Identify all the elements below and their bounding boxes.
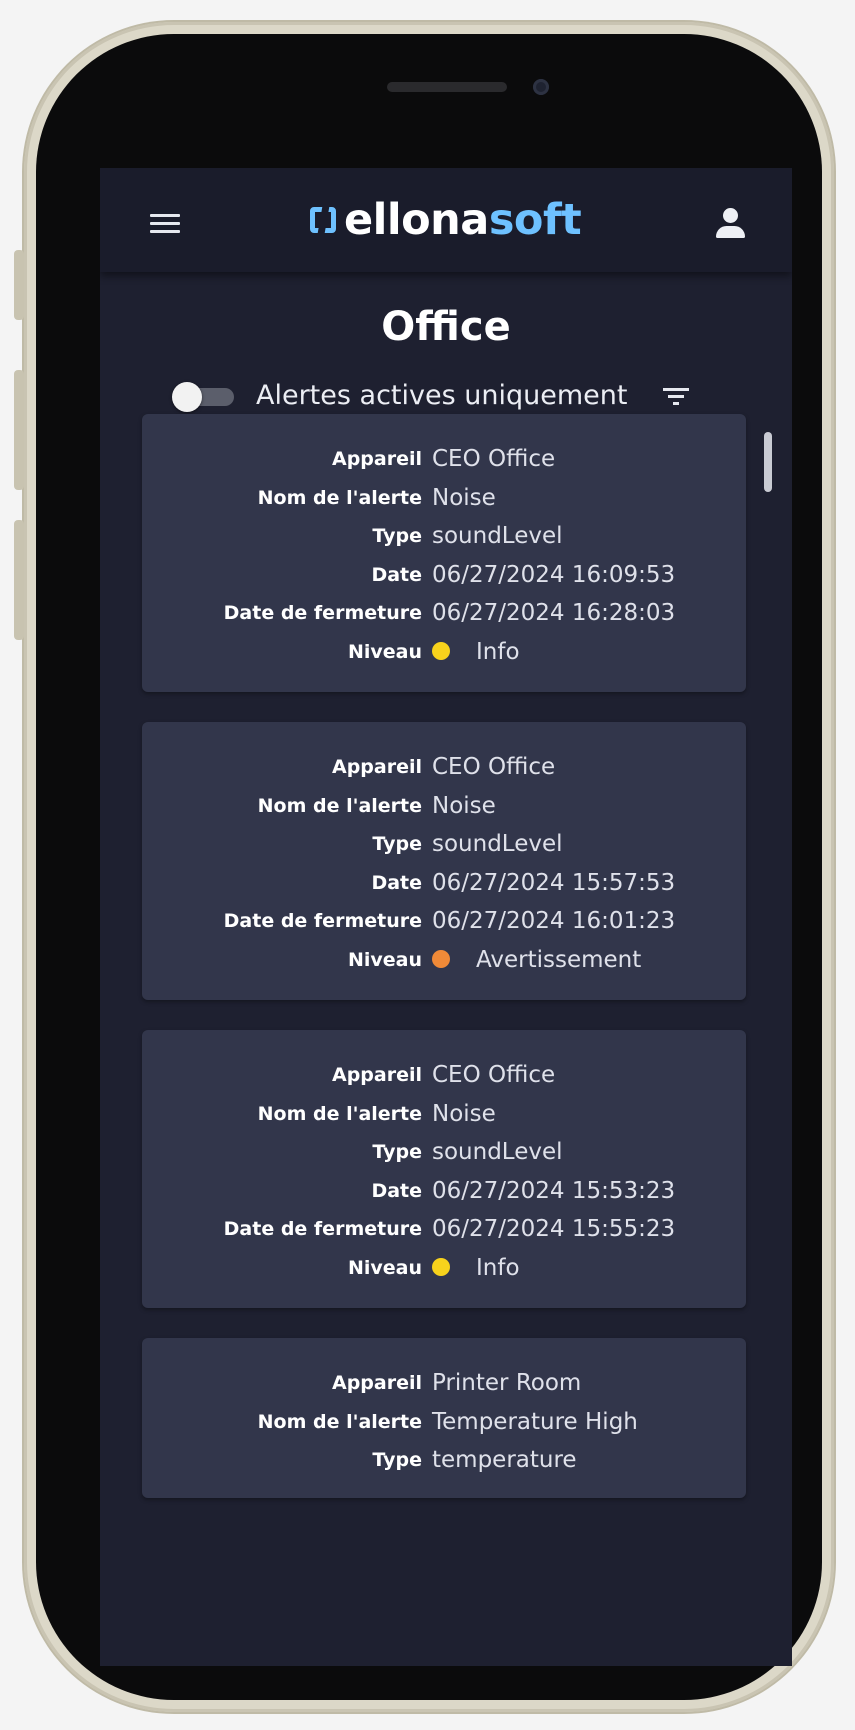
field-value: soundLevel (432, 1139, 563, 1165)
field-value: CEO Office (432, 754, 556, 780)
field-label: Date (371, 1179, 422, 1202)
app-logo: ellona soft (310, 194, 582, 246)
filter-list-icon[interactable] (663, 388, 689, 406)
field-value: 06/27/2024 16:01:23 (432, 908, 676, 934)
list-scrollbar-thumb[interactable] (764, 432, 772, 492)
field-label: Date de fermeture (223, 1218, 422, 1240)
level-text: Info (476, 1254, 520, 1281)
field-label: Appareil (331, 756, 422, 778)
phone-speaker (387, 82, 507, 92)
field-label: Appareil (331, 448, 422, 470)
alert-field-type: Type soundLevel (142, 827, 746, 867)
field-label: Nom de l'alerte (257, 486, 422, 509)
field-label: Appareil (331, 1064, 422, 1086)
app-screen: ellona soft Office Alertes actives unique… (100, 168, 792, 1666)
alert-field-close-date: Date de fermeture 06/27/2024 15:55:23 (142, 1212, 746, 1252)
field-value: Printer Room (432, 1370, 582, 1396)
alert-field-device: Appareil CEO Office (142, 1058, 746, 1098)
phone-mute-switch (14, 250, 24, 320)
ellonasoft-logo-icon (310, 207, 336, 233)
alert-field-device: Appareil Printer Room (142, 1366, 746, 1406)
field-value: soundLevel (432, 523, 563, 549)
active-alerts-toggle-label: Alertes actives uniquement (256, 380, 628, 411)
field-label: Date (371, 563, 422, 586)
phone-volume-up-button (14, 370, 24, 490)
level-indicator-dot-icon (432, 1257, 450, 1276)
alert-field-type: Type temperature (142, 1443, 746, 1483)
alert-field-level: Niveau Info (142, 635, 746, 675)
field-label: Date de fermeture (223, 910, 422, 932)
alert-field-close-date: Date de fermeture 06/27/2024 16:28:03 (142, 596, 746, 636)
active-alerts-toggle[interactable] (172, 382, 236, 412)
alert-field-type: Type soundLevel (142, 519, 746, 559)
alert-field-date: Date 06/27/2024 15:57:53 (142, 866, 746, 906)
field-label: Nom de l'alerte (257, 1410, 422, 1433)
hamburger-menu-icon[interactable] (150, 214, 180, 234)
field-value: CEO Office (432, 446, 556, 472)
alert-field-level: Niveau Info (142, 1251, 746, 1291)
level-text: Avertissement (476, 946, 642, 973)
logo-text-ellona: ellona (344, 195, 489, 245)
field-value: Noise (432, 792, 496, 819)
field-value: Info (432, 639, 520, 665)
user-account-icon[interactable] (714, 206, 748, 240)
field-label: Type (372, 525, 422, 547)
alert-card[interactable]: Appareil CEO Office Nom de l'alerte Noise Ty… (142, 1030, 746, 1308)
alert-field-date: Date 06/27/2024 15:53:23 (142, 1174, 746, 1214)
alert-card[interactable]: Appareil Printer Room Nom de l'alerte Tempe… (142, 1338, 746, 1498)
field-label: Nom de l'alerte (257, 794, 422, 817)
alert-field-alert-name: Nom de l'alerte Noise (142, 1097, 746, 1137)
field-value: 06/27/2024 15:55:23 (432, 1216, 676, 1242)
field-value: Noise (432, 484, 496, 511)
field-label: Date de fermeture (223, 602, 422, 624)
app-bar: ellona soft (100, 168, 792, 272)
logo-text-soft: soft (488, 195, 582, 245)
field-value: soundLevel (432, 831, 563, 857)
field-label: Niveau (347, 1256, 422, 1279)
field-value: 06/27/2024 16:09:53 (432, 561, 676, 588)
field-label: Type (372, 1141, 422, 1163)
field-label: Type (372, 833, 422, 855)
phone-camera (533, 79, 549, 95)
field-value: temperature (432, 1447, 577, 1473)
alert-field-device: Appareil CEO Office (142, 750, 746, 790)
page-title: Office (381, 304, 511, 350)
level-indicator-dot-icon (432, 641, 450, 660)
alert-field-level: Niveau Avertissement (142, 943, 746, 983)
field-value: Noise (432, 1100, 496, 1127)
field-label: Date (371, 871, 422, 894)
field-value: 06/27/2024 15:57:53 (432, 869, 676, 896)
field-label: Niveau (347, 640, 422, 663)
field-label: Appareil (331, 1372, 422, 1394)
field-label: Niveau (347, 948, 422, 971)
level-text: Info (476, 638, 520, 665)
alert-field-alert-name: Nom de l'alerte Noise (142, 789, 746, 829)
field-value: Info (432, 1255, 520, 1281)
alert-field-date: Date 06/27/2024 16:09:53 (142, 558, 746, 598)
phone-volume-down-button (14, 520, 24, 640)
alert-field-alert-name: Nom de l'alerte Temperature High (142, 1405, 746, 1445)
alert-field-alert-name: Nom de l'alerte Noise (142, 481, 746, 521)
field-value: 06/27/2024 15:53:23 (432, 1177, 676, 1204)
alert-field-device: Appareil CEO Office (142, 442, 746, 482)
level-indicator-dot-icon (432, 949, 450, 968)
field-value: 06/27/2024 16:28:03 (432, 600, 676, 626)
field-label: Type (372, 1449, 422, 1471)
alert-card[interactable]: Appareil CEO Office Nom de l'alerte Noise Ty… (142, 722, 746, 1000)
alert-field-type: Type soundLevel (142, 1135, 746, 1175)
alert-field-close-date: Date de fermeture 06/27/2024 16:01:23 (142, 904, 746, 944)
field-label: Nom de l'alerte (257, 1102, 422, 1125)
field-value: Temperature High (432, 1408, 638, 1435)
alert-card[interactable]: Appareil CEO Office Nom de l'alerte Noise Ty… (142, 414, 746, 692)
field-value: Avertissement (432, 947, 641, 973)
field-value: CEO Office (432, 1062, 556, 1088)
